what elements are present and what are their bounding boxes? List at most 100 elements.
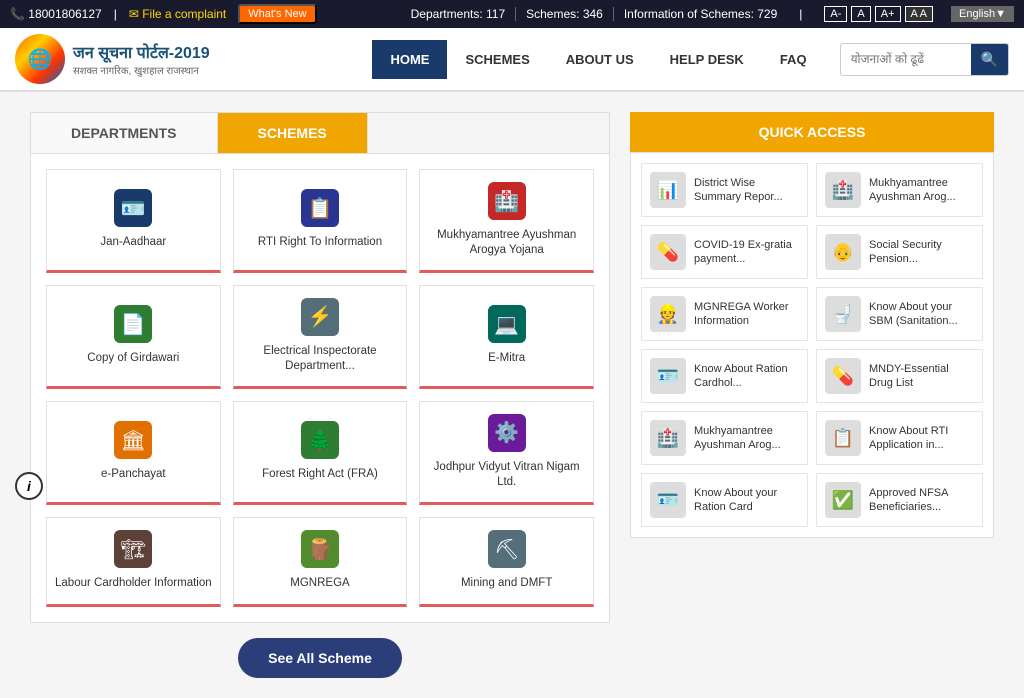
- qa-label-2: COVID-19 Ex-gratia payment...: [694, 238, 799, 267]
- qa-icon-4: 👷: [650, 296, 686, 332]
- dept-label-2: Mukhyamantree Ayushman Arogya Yojana: [428, 228, 585, 258]
- tab-departments[interactable]: DEPARTMENTS: [31, 113, 218, 153]
- logo-subtitle: सशक्त नागरिक, खुशहाल राजस्थान: [73, 63, 210, 77]
- search-input[interactable]: [841, 45, 971, 73]
- quick-access-header: QUICK ACCESS: [630, 112, 994, 152]
- qa-item-11[interactable]: ✅ Approved NFSA Beneficiaries...: [816, 473, 983, 527]
- logo-title: जन सूचना पोर्टल-2019: [73, 41, 210, 63]
- see-all-area: See All Scheme: [30, 638, 610, 678]
- see-all-button[interactable]: See All Scheme: [238, 638, 402, 678]
- dept-label-0: Jan-Aadhaar: [100, 235, 166, 250]
- qa-label-11: Approved NFSA Beneficiaries...: [869, 486, 974, 515]
- divider: |: [114, 7, 117, 21]
- qa-item-9[interactable]: 📋 Know About RTI Application in...: [816, 411, 983, 465]
- nav-bar: 🌐 जन सूचना पोर्टल-2019 सशक्त नागरिक, खुश…: [0, 28, 1024, 92]
- dept-item-9[interactable]: 🏗 Labour Cardholder Information: [46, 517, 221, 607]
- qa-item-6[interactable]: 🪪 Know About Ration Cardhol...: [641, 349, 808, 403]
- info-icon[interactable]: i: [15, 472, 43, 500]
- dept-item-7[interactable]: 🌲 Forest Right Act (FRA): [233, 401, 408, 505]
- qa-label-3: Social Security Pension...: [869, 238, 974, 267]
- dept-icon-3: 📄: [114, 305, 152, 343]
- nav-about-us[interactable]: ABOUT US: [548, 40, 652, 79]
- dept-label-8: Jodhpur Vidyut Vitran Nigam Ltd.: [428, 460, 585, 490]
- qa-label-1: Mukhyamantree Ayushman Arog...: [869, 176, 974, 205]
- logo-text: जन सूचना पोर्टल-2019 सशक्त नागरिक, खुशहा…: [73, 41, 210, 77]
- left-panel: DEPARTMENTS SCHEMES 🪪 Jan-Aadhaar 📋 RTI …: [30, 112, 610, 678]
- font-normal-button[interactable]: A: [851, 6, 870, 22]
- tab-schemes[interactable]: SCHEMES: [218, 113, 368, 153]
- dept-label-5: E-Mitra: [488, 351, 525, 366]
- qa-icon-8: 🏥: [650, 420, 686, 456]
- qa-icon-5: 🚽: [825, 296, 861, 332]
- qa-item-2[interactable]: 💊 COVID-19 Ex-gratia payment...: [641, 225, 808, 279]
- nav-home[interactable]: HOME: [372, 40, 447, 79]
- dept-label-11: Mining and DMFT: [461, 576, 552, 591]
- main-content: DEPARTMENTS SCHEMES 🪪 Jan-Aadhaar 📋 RTI …: [0, 92, 1024, 698]
- qa-icon-0: 📊: [650, 172, 686, 208]
- items-area: 🪪 Jan-Aadhaar 📋 RTI Right To Information…: [30, 153, 610, 623]
- dept-icon-6: 🏛: [114, 421, 152, 459]
- qa-label-7: MNDY-Essential Drug List: [869, 362, 974, 391]
- right-panel: QUICK ACCESS 📊 District Wise Summary Rep…: [630, 112, 994, 678]
- dept-item-1[interactable]: 📋 RTI Right To Information: [233, 169, 408, 273]
- dept-label-1: RTI Right To Information: [258, 235, 382, 250]
- dept-item-2[interactable]: 🏥 Mukhyamantree Ayushman Arogya Yojana: [419, 169, 594, 273]
- qa-label-8: Mukhyamantree Ayushman Arog...: [694, 424, 799, 453]
- dept-item-0[interactable]: 🪪 Jan-Aadhaar: [46, 169, 221, 273]
- font-decrease-button[interactable]: A-: [824, 6, 847, 22]
- complaint-link[interactable]: ✉ File a complaint: [129, 7, 226, 21]
- dept-item-8[interactable]: ⚙️ Jodhpur Vidyut Vitran Nigam Ltd.: [419, 401, 594, 505]
- search-button[interactable]: 🔍: [971, 44, 1008, 75]
- contrast-button[interactable]: A A: [905, 6, 934, 22]
- qa-item-5[interactable]: 🚽 Know About your SBM (Sanitation...: [816, 287, 983, 341]
- qa-icon-7: 💊: [825, 358, 861, 394]
- qa-grid: 📊 District Wise Summary Repor... 🏥 Mukhy…: [641, 163, 983, 527]
- dept-icon-2: 🏥: [488, 182, 526, 220]
- dept-label-7: Forest Right Act (FRA): [262, 467, 378, 482]
- nav-faq[interactable]: FAQ: [762, 40, 825, 79]
- dept-label-3: Copy of Girdawari: [87, 351, 179, 366]
- dept-label-9: Labour Cardholder Information: [55, 576, 212, 591]
- dept-item-11[interactable]: ⛏ Mining and DMFT: [419, 517, 594, 607]
- nav-schemes[interactable]: SCHEMES: [447, 40, 547, 79]
- qa-icon-6: 🪪: [650, 358, 686, 394]
- dept-icon-11: ⛏: [488, 530, 526, 568]
- tab-header: DEPARTMENTS SCHEMES: [30, 112, 610, 153]
- dept-item-4[interactable]: ⚡ Electrical Inspectorate Department...: [233, 285, 408, 389]
- qa-item-8[interactable]: 🏥 Mukhyamantree Ayushman Arog...: [641, 411, 808, 465]
- nav-logo: 🌐 जन सूचना पोर्टल-2019 सशक्त नागरिक, खुश…: [15, 34, 210, 84]
- nav-help-desk[interactable]: HELP DESK: [652, 40, 762, 79]
- qa-item-7[interactable]: 💊 MNDY-Essential Drug List: [816, 349, 983, 403]
- dept-item-5[interactable]: 💻 E-Mitra: [419, 285, 594, 389]
- qa-item-3[interactable]: 👴 Social Security Pension...: [816, 225, 983, 279]
- qa-icon-9: 📋: [825, 420, 861, 456]
- top-bar: 📞 18001806127 | ✉ File a complaint What'…: [0, 0, 1024, 28]
- dept-item-10[interactable]: 🪵 MGNREGA: [233, 517, 408, 607]
- language-button[interactable]: English▼: [951, 6, 1014, 22]
- dept-label-6: e-Panchayat: [101, 467, 166, 482]
- qa-icon-2: 💊: [650, 234, 686, 270]
- nav-links: HOME SCHEMES ABOUT US HELP DESK FAQ: [372, 40, 824, 79]
- dept-item-3[interactable]: 📄 Copy of Girdawari: [46, 285, 221, 389]
- dept-item-6[interactable]: 🏛 e-Panchayat: [46, 401, 221, 505]
- qa-label-0: District Wise Summary Repor...: [694, 176, 799, 205]
- phone-number: 📞 18001806127: [10, 7, 102, 21]
- departments-grid: 🪪 Jan-Aadhaar 📋 RTI Right To Information…: [46, 169, 594, 607]
- logo-icon: 🌐: [15, 34, 65, 84]
- font-increase-button[interactable]: A+: [875, 6, 901, 22]
- qa-item-10[interactable]: 🪪 Know About your Ration Card: [641, 473, 808, 527]
- qa-label-4: MGNREGA Worker Information: [694, 300, 799, 329]
- qa-label-6: Know About Ration Cardhol...: [694, 362, 799, 391]
- dept-icon-0: 🪪: [114, 189, 152, 227]
- qa-label-9: Know About RTI Application in...: [869, 424, 974, 453]
- qa-item-0[interactable]: 📊 District Wise Summary Repor...: [641, 163, 808, 217]
- dept-icon-4: ⚡: [301, 298, 339, 336]
- qa-label-5: Know About your SBM (Sanitation...: [869, 300, 974, 329]
- qa-item-4[interactable]: 👷 MGNREGA Worker Information: [641, 287, 808, 341]
- dept-icon-7: 🌲: [301, 421, 339, 459]
- stats-bar: Departments: 117 Schemes: 346 Informatio…: [411, 7, 788, 21]
- dept-icon-8: ⚙️: [488, 414, 526, 452]
- whats-new-button[interactable]: What's New: [238, 4, 316, 24]
- quick-access-body: 📊 District Wise Summary Repor... 🏥 Mukhy…: [630, 152, 994, 538]
- qa-item-1[interactable]: 🏥 Mukhyamantree Ayushman Arog...: [816, 163, 983, 217]
